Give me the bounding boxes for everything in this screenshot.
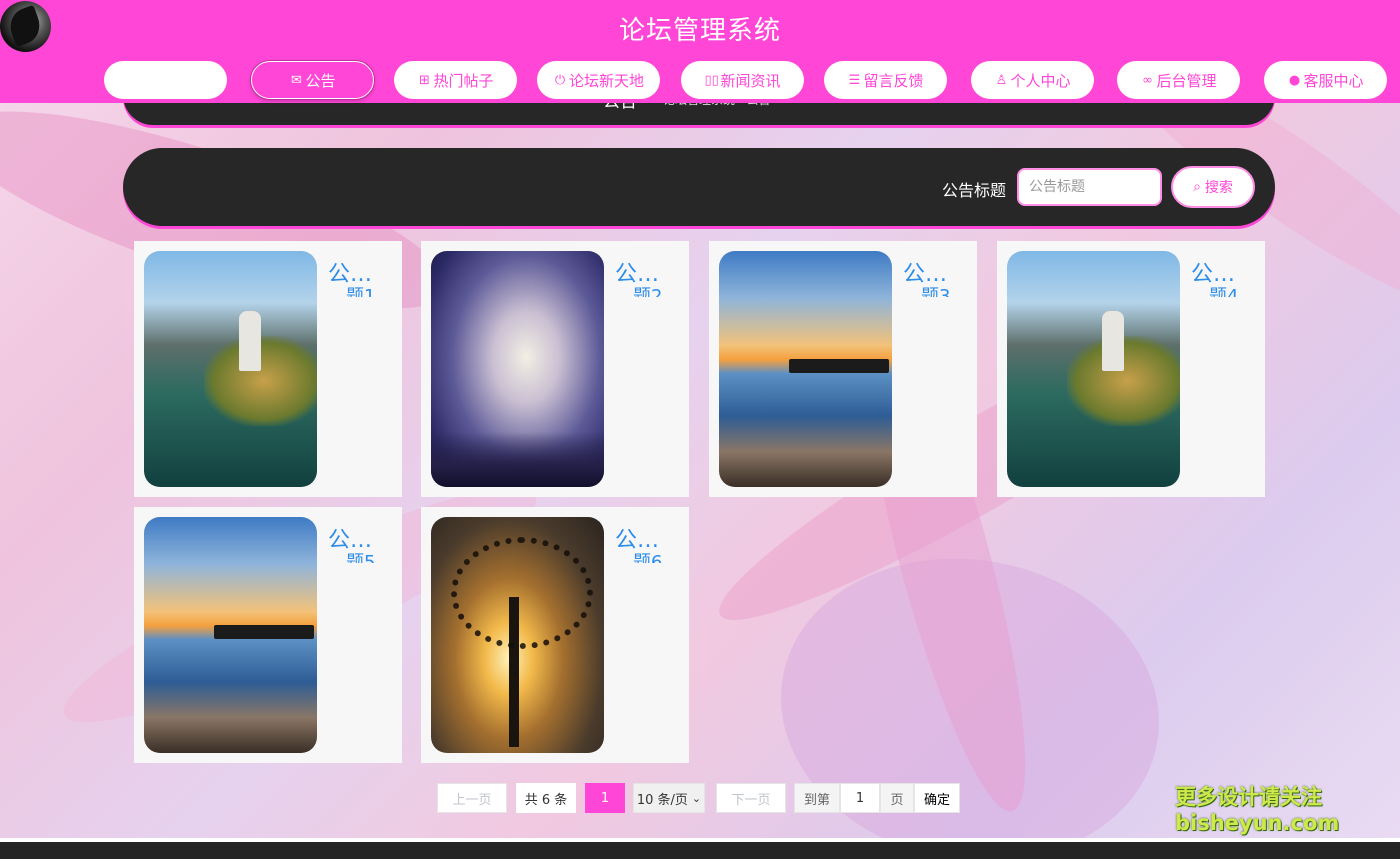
search-button-label: 搜索 — [1204, 180, 1233, 196]
nav-item-news[interactable]: ▯▯ 新闻资讯 — [681, 61, 804, 99]
notice-image[interactable] — [144, 251, 317, 487]
book-icon: ▯▯ — [704, 72, 719, 88]
nav-item-feedback[interactable]: ☰ 留言反馈 — [824, 61, 947, 99]
link-icon: ∞ — [1142, 72, 1153, 88]
page-number-current[interactable]: 1 — [585, 783, 625, 813]
mail-icon: ✉ — [291, 72, 302, 88]
notice-image[interactable] — [719, 251, 892, 487]
footer — [0, 842, 1400, 859]
notice-title-line2: 题1 — [346, 287, 396, 297]
page-unit-label: 页 — [880, 783, 914, 813]
nav-item-label: 论坛新天地 — [568, 71, 644, 90]
next-page-button[interactable]: 下一页 — [716, 783, 786, 813]
notice-image[interactable] — [431, 517, 604, 753]
notice-card[interactable]: 公告标题3 题3 — [709, 241, 977, 497]
nav-item-label: 个人中心 — [1010, 71, 1071, 90]
nav-item-label: 后台管理 — [1156, 71, 1217, 90]
nav-item-label: 热门帖子 — [433, 71, 494, 90]
confirm-button[interactable]: 确定 — [914, 783, 960, 813]
notice-image[interactable] — [144, 517, 317, 753]
nav-item-hot-posts[interactable]: ⊞ 热门帖子 — [394, 61, 517, 99]
nav-item-label: 客服中心 — [1303, 71, 1364, 90]
goto-page-input[interactable]: 1 — [840, 783, 880, 813]
header: 论坛管理系统 ✉ 公告 ⊞ 热门帖子 ⏻ 论坛新天地 ▯▯ 新闻资讯 ☰ 留言反… — [0, 0, 1400, 103]
chevron-down-icon: ⌄ — [691, 791, 702, 805]
nav-item-label: 留言反馈 — [863, 71, 924, 90]
gift-icon: ⊞ — [419, 72, 430, 88]
notice-title-line2: 题5 — [346, 553, 396, 563]
notice-card[interactable]: 公告标题2 题2 — [421, 241, 689, 497]
nav-item-admin[interactable]: ∞ 后台管理 — [1117, 61, 1240, 99]
page-size-select[interactable]: 10 条/页 ⌄ — [633, 783, 705, 813]
nav-item-notice[interactable]: ✉ 公告 — [251, 61, 374, 99]
chat-icon: ● — [1288, 72, 1301, 88]
sliders-icon: ☰ — [848, 72, 861, 88]
notice-title-line2: 题2 — [633, 287, 683, 297]
notice-image[interactable] — [431, 251, 604, 487]
nav-item-service[interactable]: ● 客服中心 — [1264, 61, 1387, 99]
nav-item-blank[interactable] — [104, 61, 227, 99]
search-label: 公告标题 — [942, 181, 1007, 200]
notice-card[interactable]: 公告标题5 题5 — [134, 507, 402, 763]
main-nav: ✉ 公告 ⊞ 热门帖子 ⏻ 论坛新天地 ▯▯ 新闻资讯 ☰ 留言反馈 ♙ 个人中… — [0, 61, 1400, 101]
nav-item-label: 新闻资讯 — [720, 71, 781, 90]
search-button[interactable]: ⌕ 搜索 — [1171, 166, 1255, 208]
notice-title-line2: 题6 — [633, 553, 683, 563]
search-icon: ⌕ — [1193, 179, 1201, 195]
prev-page-button[interactable]: 上一页 — [437, 783, 507, 813]
watermark: 更多设计请关注 bisheyun.com — [1175, 785, 1340, 835]
goto-label: 到第 — [794, 783, 840, 813]
notice-image[interactable] — [1007, 251, 1180, 487]
nav-item-label: 公告 — [305, 71, 336, 90]
notice-card[interactable]: 公告标题4 题4 — [997, 241, 1265, 497]
user-icon: ♙ — [995, 72, 1008, 88]
notice-title-line2: 题3 — [921, 287, 971, 297]
site-title: 论坛管理系统 — [618, 16, 781, 46]
notice-card[interactable]: 公告标题1 题1 — [134, 241, 402, 497]
notice-title-line2: 题4 — [1209, 287, 1259, 297]
nav-item-forum[interactable]: ⏻ 论坛新天地 — [537, 61, 660, 99]
search-input[interactable] — [1017, 168, 1162, 206]
search-bar: 公告标题 ⌕ 搜索 — [123, 148, 1275, 226]
total-count: 共 6 条 — [516, 783, 576, 813]
notice-card[interactable]: 公告标题6 题6 — [421, 507, 689, 763]
power-icon: ⏻ — [554, 72, 566, 88]
nav-item-profile[interactable]: ♙ 个人中心 — [971, 61, 1094, 99]
